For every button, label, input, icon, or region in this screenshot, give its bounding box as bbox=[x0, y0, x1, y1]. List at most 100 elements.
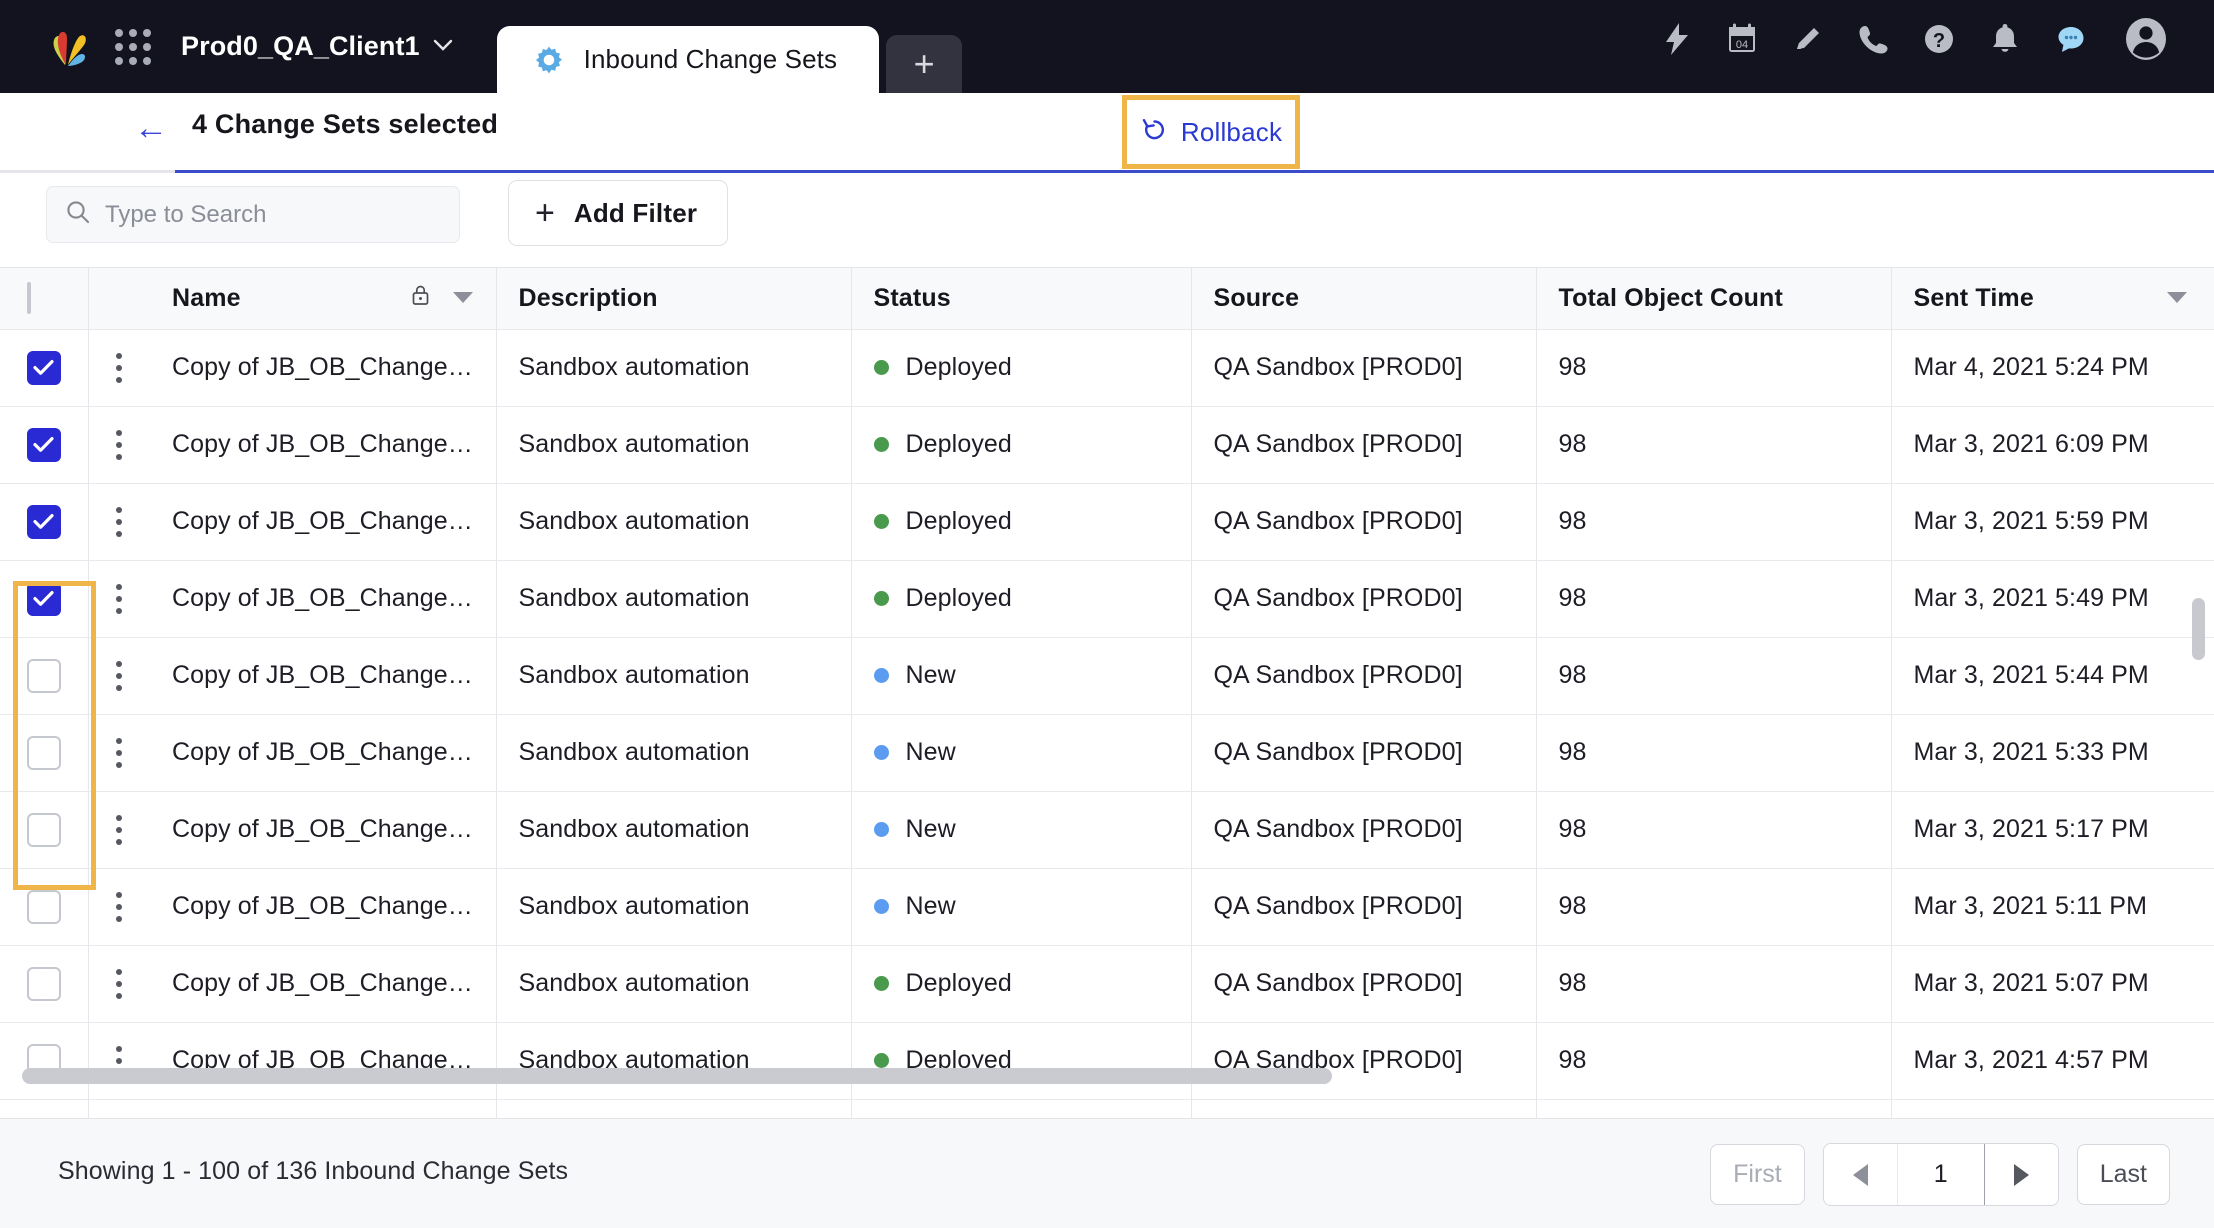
cell-name[interactable]: Copy of JB_OB_Change… bbox=[150, 714, 497, 792]
gear-icon bbox=[533, 44, 565, 76]
sort-caret-icon[interactable] bbox=[452, 290, 474, 307]
row-select-cell bbox=[0, 329, 89, 407]
row-checkbox[interactable] bbox=[26, 427, 61, 462]
table-row[interactable]: Copy of JB_OB_Change…Sandbox automationN… bbox=[0, 868, 2214, 946]
cell-sent-time: Mar 3, 2021 5:44 PM bbox=[1891, 637, 2214, 715]
last-page-button[interactable]: Last bbox=[2076, 1144, 2170, 1205]
row-checkbox[interactable] bbox=[26, 735, 61, 770]
pagination-controls: First 1 Last bbox=[1710, 1143, 2170, 1206]
table-row[interactable]: Copy of JB_OB_Change… Sandbox automation D… bbox=[0, 945, 2214, 1023]
row-checkbox[interactable] bbox=[26, 812, 61, 847]
cell-description: Sandbox automation bbox=[496, 560, 852, 638]
column-header-source[interactable]: Source bbox=[1191, 268, 1537, 330]
cell-source: QA Sandbox [PROD0] bbox=[1191, 868, 1537, 946]
cell-source: QA Sandbox [PROD0] bbox=[1191, 1022, 1537, 1100]
current-page-number[interactable]: 1 bbox=[1898, 1144, 1984, 1205]
sort-caret-icon[interactable] bbox=[2166, 290, 2188, 307]
cell-name[interactable]: Copy of JB_OB_Change… bbox=[150, 1022, 497, 1100]
column-header-status[interactable]: Status bbox=[851, 268, 1192, 330]
previous-page-button[interactable] bbox=[1823, 1144, 1898, 1205]
column-header-sent-time[interactable]: Sent Time bbox=[1891, 268, 2214, 330]
row-select-cell bbox=[0, 714, 89, 792]
row-overflow-menu-icon[interactable] bbox=[89, 737, 151, 768]
add-filter-button[interactable]: + Add Filter bbox=[508, 180, 729, 246]
cell-description: Sandbox automation bbox=[496, 329, 852, 407]
cell-source: QA Sandbox [PROD0] bbox=[1191, 714, 1537, 792]
vertical-scrollbar-thumb[interactable] bbox=[2192, 598, 2205, 660]
bell-icon[interactable] bbox=[1990, 22, 2020, 55]
row-overflow-menu-icon[interactable] bbox=[89, 968, 151, 999]
row-overflow-menu-icon[interactable] bbox=[89, 506, 151, 537]
status-label: Deployed bbox=[905, 430, 1012, 458]
cell-total-object-count: 98 bbox=[1536, 791, 1892, 869]
cell-description: Sandbox automation bbox=[496, 483, 852, 561]
table-row[interactable]: Copy of JB_OB_Change…Sandbox automationN… bbox=[0, 714, 2214, 792]
cell-name[interactable]: Copy of JB_OB_Change… bbox=[150, 483, 497, 561]
row-actions-cell bbox=[88, 637, 151, 715]
status-dot bbox=[873, 822, 889, 837]
row-overflow-menu-icon[interactable] bbox=[89, 891, 151, 922]
cell-name[interactable]: Copy of JB_OB_Change… bbox=[150, 406, 497, 484]
row-actions-cell bbox=[88, 1099, 150, 1118]
table-header: Name Description Status Source Total Obj… bbox=[0, 268, 2214, 330]
back-button[interactable]: ← bbox=[134, 111, 168, 145]
row-overflow-menu-icon[interactable] bbox=[89, 429, 151, 460]
rollback-button[interactable]: Rollback bbox=[1127, 100, 1295, 164]
column-header-description[interactable]: Description bbox=[496, 268, 852, 330]
row-checkbox[interactable] bbox=[26, 504, 61, 539]
cell-name[interactable]: Copy of JB_OB_Change… bbox=[150, 329, 497, 407]
search-input[interactable] bbox=[105, 200, 441, 229]
cell-name[interactable]: Copy of JB_OB_Change… bbox=[150, 560, 497, 638]
row-overflow-menu-icon[interactable] bbox=[89, 352, 151, 383]
first-page-button[interactable]: First bbox=[1710, 1144, 1805, 1205]
org-selector[interactable]: Prod0_QA_Client1 bbox=[181, 31, 453, 62]
status-dot bbox=[873, 745, 889, 760]
row-checkbox[interactable] bbox=[26, 658, 61, 693]
table-row[interactable]: Copy of JB_OB_Change… Sandbox automation D… bbox=[0, 406, 2214, 484]
status-dot bbox=[873, 591, 889, 606]
status-label: Deployed bbox=[905, 507, 1012, 535]
plus-icon: + bbox=[535, 194, 555, 232]
row-overflow-menu-icon[interactable] bbox=[89, 814, 151, 845]
row-overflow-menu-icon[interactable] bbox=[89, 660, 151, 691]
cell-sent-time: Mar 3, 2021 5:33 PM bbox=[1891, 714, 2214, 792]
table-row[interactable]: Copy of JB_OB_Change…Sandbox automationN… bbox=[0, 637, 2214, 715]
phone-icon[interactable] bbox=[1858, 23, 1888, 55]
table-row[interactable]: Copy of JB_OB_Change… Sandbox automation D… bbox=[0, 483, 2214, 561]
cell-total-object-count: 98 bbox=[1536, 714, 1892, 792]
help-icon[interactable]: ? bbox=[1923, 23, 1955, 55]
svg-text:04: 04 bbox=[1736, 39, 1748, 51]
status-label: Deployed bbox=[905, 969, 1012, 997]
row-overflow-menu-icon[interactable] bbox=[89, 583, 151, 614]
search-box[interactable] bbox=[46, 186, 460, 243]
column-header-total-object-count[interactable]: Total Object Count bbox=[1536, 268, 1892, 330]
app-launcher-grid-icon[interactable] bbox=[115, 28, 151, 65]
table-row[interactable]: Copy of JB_OB_Change… Sandbox automation D… bbox=[0, 560, 2214, 638]
chat-icon[interactable] bbox=[2055, 23, 2087, 55]
next-page-button[interactable] bbox=[1983, 1144, 2058, 1205]
pencil-icon[interactable] bbox=[1793, 23, 1823, 55]
status-dot bbox=[873, 514, 889, 529]
row-checkbox[interactable] bbox=[26, 966, 61, 1001]
tab-inbound-change-sets[interactable]: Inbound Change Sets bbox=[496, 26, 880, 93]
avatar-icon[interactable] bbox=[2122, 15, 2170, 63]
table-row[interactable]: Copy of JB_OB_Change… Sandbox automation D… bbox=[0, 329, 2214, 407]
table-row[interactable]: Copy of JB_OB_Change… Sandbox automation D… bbox=[0, 1022, 2214, 1100]
table-row[interactable]: Copy of JB_OB_Change…Sandbox automationN… bbox=[0, 791, 2214, 869]
cell-name[interactable]: Copy of JB_OB_Change… bbox=[150, 868, 497, 946]
calendar-icon[interactable]: 04 bbox=[1726, 22, 1758, 56]
cell-name[interactable]: Copy of JB_OB_Change… bbox=[150, 1099, 497, 1118]
table-row[interactable]: Copy of JB_OB_Change…Sandbox automationN… bbox=[0, 1099, 2214, 1118]
row-checkbox[interactable] bbox=[26, 350, 61, 385]
column-header-name[interactable]: Name bbox=[150, 268, 497, 330]
bolt-icon[interactable] bbox=[1663, 22, 1691, 56]
cell-name[interactable]: Copy of JB_OB_Change… bbox=[150, 637, 497, 715]
horizontal-scrollbar-thumb[interactable] bbox=[22, 1068, 1332, 1084]
row-checkbox[interactable] bbox=[26, 581, 61, 616]
salesforce-bouquet-logo-icon[interactable] bbox=[45, 25, 89, 69]
cell-name[interactable]: Copy of JB_OB_Change… bbox=[150, 945, 497, 1023]
cell-name[interactable]: Copy of JB_OB_Change… bbox=[150, 791, 497, 869]
row-checkbox[interactable] bbox=[26, 889, 61, 924]
select-all-checkbox[interactable] bbox=[27, 281, 31, 314]
new-tab-button[interactable]: + bbox=[886, 35, 963, 93]
